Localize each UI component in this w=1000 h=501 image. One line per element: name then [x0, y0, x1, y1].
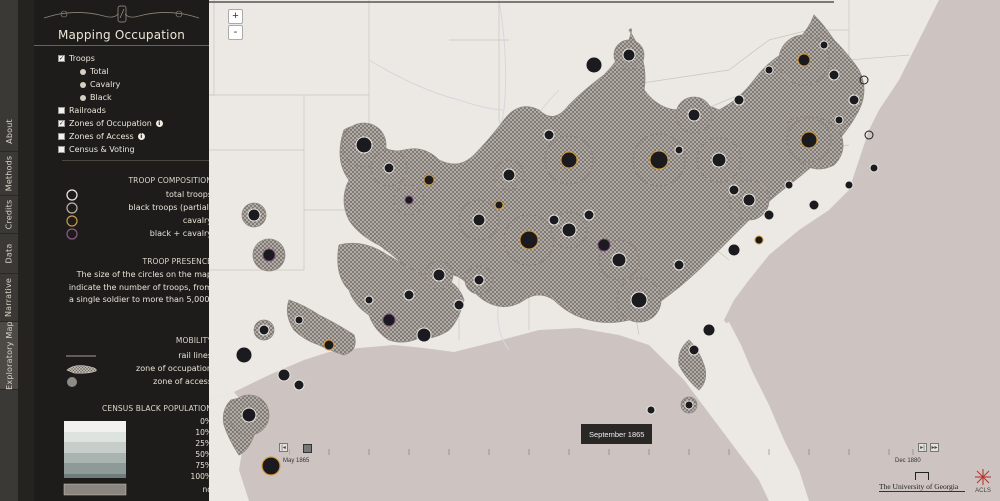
census-voting-checkbox[interactable]: [58, 146, 65, 153]
layer-label: Troops: [69, 54, 95, 63]
zoom-in-button[interactable]: +: [228, 9, 243, 24]
divider: [62, 160, 209, 161]
map-view[interactable]: + - September 1865 |◂ ▸| ▸▸ May 1865 Dec…: [209, 0, 1000, 501]
census-heading: CENSUS BLACK POPULATION: [102, 404, 212, 413]
tab-label: Narrative: [4, 277, 14, 318]
info-icon[interactable]: i: [137, 133, 145, 140]
current-date-tooltip: September 1865: [581, 424, 653, 444]
side-panel: Mapping Occupation ✓ Troops Total Cavalr…: [34, 0, 212, 501]
ornament-icon: [43, 5, 200, 23]
info-icon[interactable]: i: [155, 120, 163, 127]
legend-label: black troops (partial): [128, 203, 212, 212]
university-logo: The University of Georgia: [879, 472, 969, 492]
census-swatches: [63, 421, 127, 496]
layer-census-voting[interactable]: Census & Voting: [58, 145, 135, 154]
acls-star-icon: [975, 469, 991, 485]
troop-option-black[interactable]: Black: [80, 93, 112, 102]
black-cavalry-icon: [66, 228, 78, 240]
census-legend: 0% 10% 25% 50% 75% 100% nd: [62, 417, 212, 497]
cavalry-icon: [66, 215, 78, 227]
tab-narrative[interactable]: Narrative: [0, 274, 18, 322]
option-label: Black: [90, 93, 112, 102]
timeline-slider[interactable]: [209, 0, 834, 3]
radio-icon[interactable]: [80, 68, 86, 75]
tab-methods[interactable]: Methods: [0, 152, 18, 196]
layer-zones-occupation[interactable]: ✓ Zones of Occupation i: [58, 119, 163, 128]
troop-composition-heading: TROOP COMPOSITION: [128, 176, 212, 185]
layer-label: Census & Voting: [69, 145, 135, 154]
troop-option-total[interactable]: Total: [80, 67, 109, 76]
zones-access-checkbox[interactable]: [58, 133, 65, 140]
option-label: Cavalry: [90, 80, 121, 89]
tab-data[interactable]: Data: [0, 234, 18, 274]
zoom-out-button[interactable]: -: [228, 25, 243, 40]
timeline-handle[interactable]: [303, 444, 312, 453]
divider: [34, 45, 209, 46]
radio-icon[interactable]: [80, 94, 86, 101]
tab-label: Exploratory Map: [4, 321, 14, 390]
legend-label: zone of occupation: [136, 364, 212, 373]
timeline-end-label: Dec 1880: [895, 458, 921, 464]
layer-label: Zones of Occupation: [69, 119, 152, 128]
timeline-ticks: [289, 449, 914, 455]
panel-title: Mapping Occupation: [57, 28, 186, 42]
legend-label: zone of access: [153, 377, 212, 386]
vertical-tab-strip: Exploratory Map Narrative Data Credits M…: [0, 0, 18, 501]
zone-access-icon: [67, 377, 77, 387]
tab-label: Credits: [4, 199, 14, 230]
legend-zone-access: zone of access: [62, 376, 212, 388]
layer-label: Zones of Access: [69, 132, 134, 141]
tab-exploratory-map[interactable]: Exploratory Map: [0, 321, 18, 390]
mobility-heading: MOBILITY: [175, 336, 212, 345]
acls-label: ACLS: [975, 488, 991, 494]
troop-presence-heading: TROOP PRESENCE: [142, 257, 212, 266]
tab-label: Methods: [4, 155, 14, 192]
divider: [879, 491, 965, 492]
zones-occupation-checkbox[interactable]: ✓: [58, 120, 65, 127]
zone-occupation-icon: [66, 365, 97, 374]
black-troops-icon: [66, 202, 78, 214]
layer-troops[interactable]: ✓ Troops: [58, 54, 95, 63]
tab-label: About: [4, 119, 14, 144]
radio-icon[interactable]: [80, 81, 86, 88]
legend-black-troops: black troops (partial): [62, 202, 212, 214]
total-troops-icon: [66, 189, 78, 201]
layer-label: Railroads: [69, 106, 106, 115]
timeline-play-button[interactable]: ▸|: [918, 443, 927, 452]
option-label: Total: [90, 67, 109, 76]
university-name: The University of Georgia: [879, 482, 959, 491]
troops-checkbox[interactable]: ✓: [58, 55, 65, 62]
tab-label: Data: [4, 243, 14, 264]
legend-total-troops: total troops: [62, 189, 212, 201]
panel-gutter: [18, 0, 34, 501]
legend-rail-lines: rail lines: [62, 350, 212, 362]
timeline-start-label: May 1865: [283, 458, 310, 464]
troop-option-cavalry[interactable]: Cavalry: [80, 80, 120, 89]
legend-label: cavalry: [182, 216, 212, 225]
timeline-end-button[interactable]: ▸▸: [930, 443, 939, 452]
timeline-start-button[interactable]: |◂: [279, 443, 288, 452]
troop-presence-text: The size of the circles on the map indic…: [68, 270, 212, 304]
legend-cavalry: cavalry: [62, 215, 212, 227]
legend-label: black + cavalry: [149, 229, 212, 238]
arch-icon: [915, 472, 929, 480]
legend-label: total troops: [165, 190, 212, 199]
tab-about[interactable]: About: [0, 112, 18, 152]
railroads-checkbox[interactable]: [58, 107, 65, 114]
tab-credits[interactable]: Credits: [0, 196, 18, 234]
layer-zones-access[interactable]: Zones of Access i: [58, 132, 145, 141]
layer-railroads[interactable]: Railroads: [58, 106, 106, 115]
acls-logo: ACLS: [969, 466, 997, 496]
legend-label: rail lines: [178, 351, 212, 360]
rail-line-icon: [66, 355, 96, 357]
legend-zone-occupation: zone of occupation: [62, 363, 212, 375]
legend-black-cavalry: black + cavalry: [62, 228, 212, 240]
